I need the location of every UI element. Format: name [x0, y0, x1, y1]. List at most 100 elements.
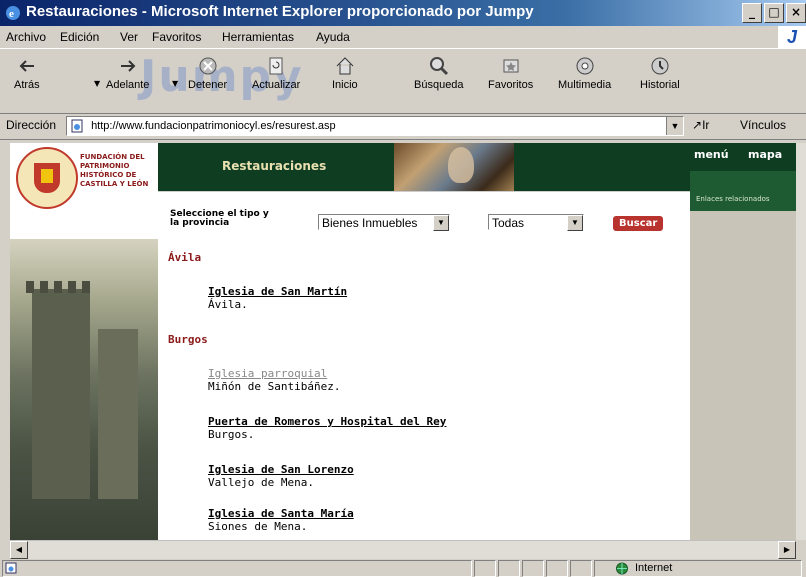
address-dropdown-icon[interactable]: ▼ — [666, 117, 683, 135]
zone-label: Internet — [635, 562, 673, 574]
type-dropdown-icon[interactable]: ▼ — [433, 215, 449, 231]
home-button[interactable]: Inicio — [332, 55, 358, 91]
foundation-logo[interactable]: FUNDACIÓN DEL PATRIMONIO HISTÓRICO DE CA… — [10, 143, 159, 209]
search-label: Búsqueda — [414, 79, 464, 91]
menu-herramientas[interactable]: Herramientas — [222, 30, 294, 44]
monument-place: Vallejo de Mena. — [208, 476, 314, 489]
stop-button[interactable]: Detener — [188, 55, 227, 91]
page-icon — [71, 119, 83, 133]
status-cell — [498, 560, 520, 577]
address-label: Dirección — [6, 118, 57, 132]
home-label: Inicio — [332, 79, 358, 91]
results-list: Ávila Iglesia de San Martín Ávila. Burgo… — [158, 239, 690, 540]
address-input[interactable]: http://www.fundacionpatrimoniocyl.es/res… — [66, 116, 684, 136]
browser-window: e Restauraciones - Microsoft Internet Ex… — [0, 0, 806, 577]
list-item: Iglesia parroquial Miñón de Santibáñez. — [208, 367, 340, 393]
status-cell — [474, 560, 496, 577]
forward-button[interactable]: Adelante — [106, 55, 149, 91]
back-label: Atrás — [14, 79, 40, 91]
menu-edicion[interactable]: Edición — [60, 30, 99, 44]
menu-archivo[interactable]: Archivo — [6, 30, 46, 44]
window-title: Restauraciones - Microsoft Internet Expl… — [26, 3, 534, 20]
media-button[interactable]: Multimedia — [558, 55, 611, 91]
province-heading: Ávila — [168, 251, 202, 264]
nav-menu-link[interactable]: menú — [694, 148, 729, 161]
monument-place: Ávila. — [208, 298, 248, 311]
favorites-button[interactable]: Favoritos — [488, 55, 533, 91]
list-item: Puerta de Romeros y Hospital del Rey Bur… — [208, 415, 446, 441]
filter-form: Seleccione el tipo y la provincia Bienes… — [158, 191, 690, 240]
go-button[interactable]: ↗Ir — [692, 118, 709, 132]
type-select-value: Bienes Inmuebles — [322, 216, 418, 230]
history-label: Historial — [640, 79, 680, 91]
list-item: Iglesia de San Martín Ávila. — [208, 285, 347, 311]
monument-link[interactable]: Iglesia de San Martín — [208, 285, 347, 298]
history-icon — [651, 57, 669, 75]
menu-ver[interactable]: Ver — [120, 30, 138, 44]
province-select-value: Todas — [492, 216, 525, 230]
filter-label: Seleccione el tipo y la provincia — [170, 209, 269, 228]
globe-icon — [616, 562, 628, 575]
province-heading: Burgos — [168, 333, 208, 346]
page-status-icon — [5, 562, 17, 574]
refresh-label: Actualizar — [252, 79, 301, 91]
svg-text:e: e — [9, 8, 14, 20]
monument-place: Miñón de Santibáñez. — [208, 380, 341, 393]
horizontal-scrollbar[interactable]: ◀ ▶ — [10, 540, 796, 559]
stop-label: Detener — [188, 79, 228, 91]
monument-link[interactable]: Iglesia parroquial — [208, 367, 340, 380]
nav-map-link[interactable]: mapa — [748, 148, 782, 161]
title-bar[interactable]: e Restauraciones - Microsoft Internet Ex… — [0, 0, 806, 26]
address-url: http://www.fundacionpatrimoniocyl.es/res… — [91, 120, 336, 132]
address-bar: Dirección http://www.fundacionpatrimonio… — [0, 113, 806, 140]
status-cell — [546, 560, 568, 577]
favorites-icon — [503, 59, 519, 73]
right-sidebar: menú mapa Enlaces relacionados — [690, 143, 796, 540]
stop-icon — [199, 57, 217, 75]
forward-dropdown-icon[interactable]: ▼ — [172, 79, 178, 88]
status-text-cell — [2, 560, 472, 577]
jumpy-logo: J — [778, 26, 806, 48]
maximize-button[interactable]: □ — [764, 3, 784, 23]
back-dropdown-icon[interactable]: ▼ — [94, 79, 100, 88]
search-button[interactable]: Búsqueda — [414, 55, 464, 91]
back-button[interactable]: Atrás — [14, 55, 40, 91]
menu-bar: Archivo Edición Ver Favoritos Herramient… — [0, 26, 806, 48]
minimize-button[interactable]: _ — [742, 3, 762, 23]
province-select[interactable]: Todas ▼ — [488, 214, 584, 231]
close-button[interactable]: × — [786, 3, 806, 23]
header-band: Restauraciones — [158, 143, 690, 191]
status-cell — [570, 560, 592, 577]
monument-link[interactable]: Iglesia de Santa María — [208, 507, 354, 520]
monument-place: Burgos. — [208, 428, 255, 441]
menu-ayuda[interactable]: Ayuda — [316, 30, 350, 44]
links-button[interactable]: Vínculos — [740, 118, 786, 132]
status-cell — [522, 560, 544, 577]
scroll-right-icon[interactable]: ▶ — [778, 541, 796, 559]
province-dropdown-icon[interactable]: ▼ — [567, 215, 583, 231]
history-button[interactable]: Historial — [640, 55, 680, 91]
header-fresco-image — [394, 143, 514, 191]
list-item: Iglesia de San Lorenzo Vallejo de Mena. — [208, 463, 354, 489]
monument-link[interactable]: Puerta de Romeros y Hospital del Rey — [208, 415, 446, 428]
ie-icon: e — [6, 6, 20, 20]
forward-arrow-icon — [120, 60, 136, 72]
monument-link[interactable]: Iglesia de San Lorenzo — [208, 463, 354, 476]
search-submit-button[interactable]: Buscar — [613, 216, 664, 231]
search-icon — [429, 57, 448, 76]
refresh-icon — [269, 57, 283, 75]
menu-favoritos[interactable]: Favoritos — [152, 30, 201, 44]
foundation-seal — [16, 147, 78, 209]
type-select[interactable]: Bienes Inmuebles ▼ — [318, 214, 450, 231]
castle-image — [10, 239, 158, 540]
zone-cell: Internet — [594, 560, 802, 577]
scroll-left-icon[interactable]: ◀ — [10, 541, 28, 559]
refresh-button[interactable]: Actualizar — [252, 55, 300, 91]
status-bar: Internet — [0, 559, 806, 577]
go-arrow-icon: ↗ — [692, 118, 703, 132]
foundation-name: FUNDACIÓN DEL PATRIMONIO HISTÓRICO DE CA… — [80, 153, 149, 188]
vertical-scrollbar[interactable] — [796, 143, 806, 540]
media-icon — [576, 57, 594, 75]
related-links[interactable]: Enlaces relacionados — [696, 195, 770, 203]
list-item: Iglesia de Santa María Siones de Mena. — [208, 507, 354, 533]
